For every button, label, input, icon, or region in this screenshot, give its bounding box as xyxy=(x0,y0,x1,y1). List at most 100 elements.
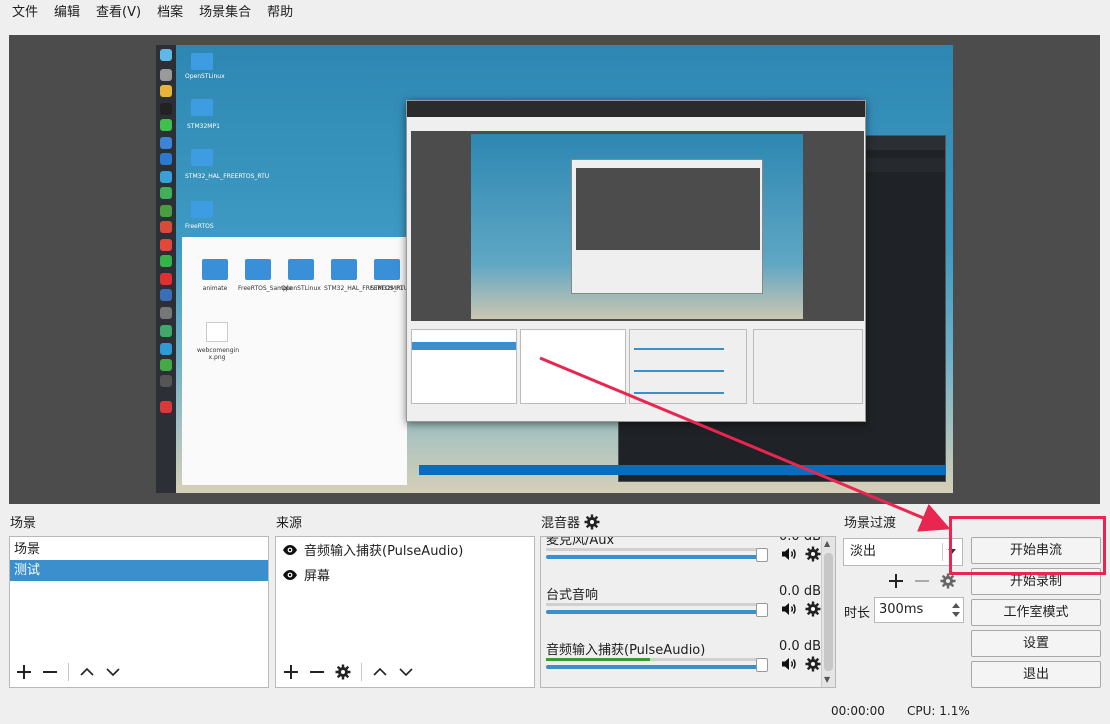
mixer-scrollbar[interactable]: ▲ ▼ xyxy=(821,537,835,687)
desktop-folder-icon xyxy=(191,149,213,166)
sources-title: 来源 xyxy=(276,516,303,531)
source-item[interactable]: 屏幕 xyxy=(276,562,534,587)
taskbar-app-icon xyxy=(160,103,172,115)
menu-scene-collection[interactable]: 场景集合 xyxy=(191,0,259,26)
chevron-down-icon xyxy=(399,668,413,677)
volume-slider-handle[interactable] xyxy=(756,658,768,672)
folder-label: animate xyxy=(202,285,228,292)
source-label: 屏幕 xyxy=(304,569,331,584)
scroll-thumb[interactable] xyxy=(824,553,833,671)
mixer-panel: 麦克风/Aux 0.0 dB 台式音响 0.0 dB 音频输入捕获(PulseA… xyxy=(540,536,836,688)
status-time: 00:00:00 xyxy=(831,704,885,718)
taskbar-app-icon xyxy=(160,153,172,165)
transition-toolbar xyxy=(886,569,958,593)
scroll-up-arrow[interactable]: ▲ xyxy=(824,539,830,548)
volume-slider[interactable] xyxy=(546,555,768,559)
speaker-icon[interactable] xyxy=(781,602,797,616)
volume-meter xyxy=(546,658,758,661)
taskbar-app-icon xyxy=(160,69,172,81)
add-transition-button[interactable] xyxy=(886,571,906,591)
volume-meter xyxy=(546,603,758,606)
eye-icon[interactable] xyxy=(282,544,298,556)
select-divider xyxy=(942,543,943,561)
speaker-icon[interactable] xyxy=(781,657,797,671)
menu-view[interactable]: 查看(V) xyxy=(88,0,149,26)
minus-icon xyxy=(915,580,929,582)
spin-down-icon[interactable] xyxy=(952,612,960,617)
move-scene-down-button[interactable] xyxy=(103,662,123,682)
taskbar-app-icon xyxy=(160,239,172,251)
taskbar-app-icon xyxy=(160,273,172,285)
taskbar-app-icon xyxy=(160,221,172,233)
move-scene-up-button[interactable] xyxy=(77,662,97,682)
volume-slider[interactable] xyxy=(546,665,768,669)
scenes-title: 场景 xyxy=(10,516,37,531)
eye-icon[interactable] xyxy=(282,569,298,581)
annotation-highlight-box xyxy=(949,516,1106,575)
taskbar-app-icon xyxy=(160,343,172,355)
add-scene-button[interactable] xyxy=(14,662,34,682)
remove-transition-button[interactable] xyxy=(912,571,932,591)
volume-slider[interactable] xyxy=(546,610,768,614)
captured-selected-scene xyxy=(412,342,516,350)
remove-scene-button[interactable] xyxy=(40,662,60,682)
gear-icon[interactable] xyxy=(805,656,821,672)
captured-slider xyxy=(634,348,724,350)
taskbar-app-icon xyxy=(160,137,172,149)
channel-controls xyxy=(781,656,821,672)
menu-file[interactable]: 文件 xyxy=(4,0,46,26)
channel-controls xyxy=(781,546,821,562)
menu-profile[interactable]: 档案 xyxy=(149,0,191,26)
folder-icon xyxy=(202,259,228,280)
source-properties-button[interactable] xyxy=(333,662,353,682)
taskbar-app-icon xyxy=(160,187,172,199)
speaker-icon[interactable] xyxy=(781,547,797,561)
captured-mixer-dock xyxy=(629,329,747,404)
gear-icon xyxy=(335,664,351,680)
remove-source-button[interactable] xyxy=(307,662,327,682)
transition-selected: 淡出 xyxy=(850,544,877,559)
desktop-label: STM32MP1 xyxy=(187,123,220,130)
volume-slider-handle[interactable] xyxy=(756,548,768,562)
gear-icon[interactable] xyxy=(584,514,600,530)
captured-taskbar xyxy=(156,45,176,493)
preview-area[interactable]: OpenSTLinux STM32MP1 STM32_HAL_FREERTOS_… xyxy=(9,35,1100,504)
scroll-down-arrow[interactable]: ▼ xyxy=(824,675,830,684)
spin-up-icon[interactable] xyxy=(952,603,960,608)
meter-level xyxy=(546,658,650,661)
channel-db: 0.0 dB xyxy=(779,536,821,544)
desktop-folder-icon xyxy=(191,53,213,70)
channel-db: 0.0 dB xyxy=(779,584,821,599)
studio-mode-button[interactable]: 工作室模式 xyxy=(971,599,1101,626)
transition-select[interactable]: 淡出 xyxy=(843,538,963,566)
add-source-button[interactable] xyxy=(281,662,301,682)
move-source-down-button[interactable] xyxy=(396,662,416,682)
scene-item-selected[interactable]: 测试 xyxy=(10,560,268,581)
mixer-channel: 麦克风/Aux 0.0 dB xyxy=(546,536,821,581)
duration-spinbox[interactable]: 300ms xyxy=(874,597,964,623)
captured-sources-dock xyxy=(520,329,626,404)
captured-slider xyxy=(634,392,724,394)
minus-icon xyxy=(310,671,324,673)
channel-name: 麦克风/Aux xyxy=(546,536,615,548)
image-file-icon xyxy=(206,322,228,342)
volume-slider-handle[interactable] xyxy=(756,603,768,617)
exit-button[interactable]: 退出 xyxy=(971,661,1101,688)
move-source-up-button[interactable] xyxy=(370,662,390,682)
settings-button[interactable]: 设置 xyxy=(971,630,1101,657)
plus-icon xyxy=(889,574,903,588)
taskbar-app-icon xyxy=(160,49,172,61)
folder-icon xyxy=(374,259,400,280)
gear-icon[interactable] xyxy=(805,546,821,562)
plus-icon xyxy=(284,665,298,679)
gear-icon[interactable] xyxy=(805,601,821,617)
taskbar-app-icon xyxy=(160,119,172,131)
captured-controls-dock xyxy=(753,329,863,404)
mixer-channel: 音频输入捕获(PulseAudio) 0.0 dB xyxy=(546,639,821,687)
menu-help[interactable]: 帮助 xyxy=(259,0,301,26)
folder-icon xyxy=(245,259,271,280)
menu-edit[interactable]: 编辑 xyxy=(46,0,88,26)
folder-label: OpenSTLinux xyxy=(281,285,321,292)
source-item[interactable]: 音频输入捕获(PulseAudio) xyxy=(276,537,534,562)
scene-item[interactable]: 场景 xyxy=(10,539,268,560)
